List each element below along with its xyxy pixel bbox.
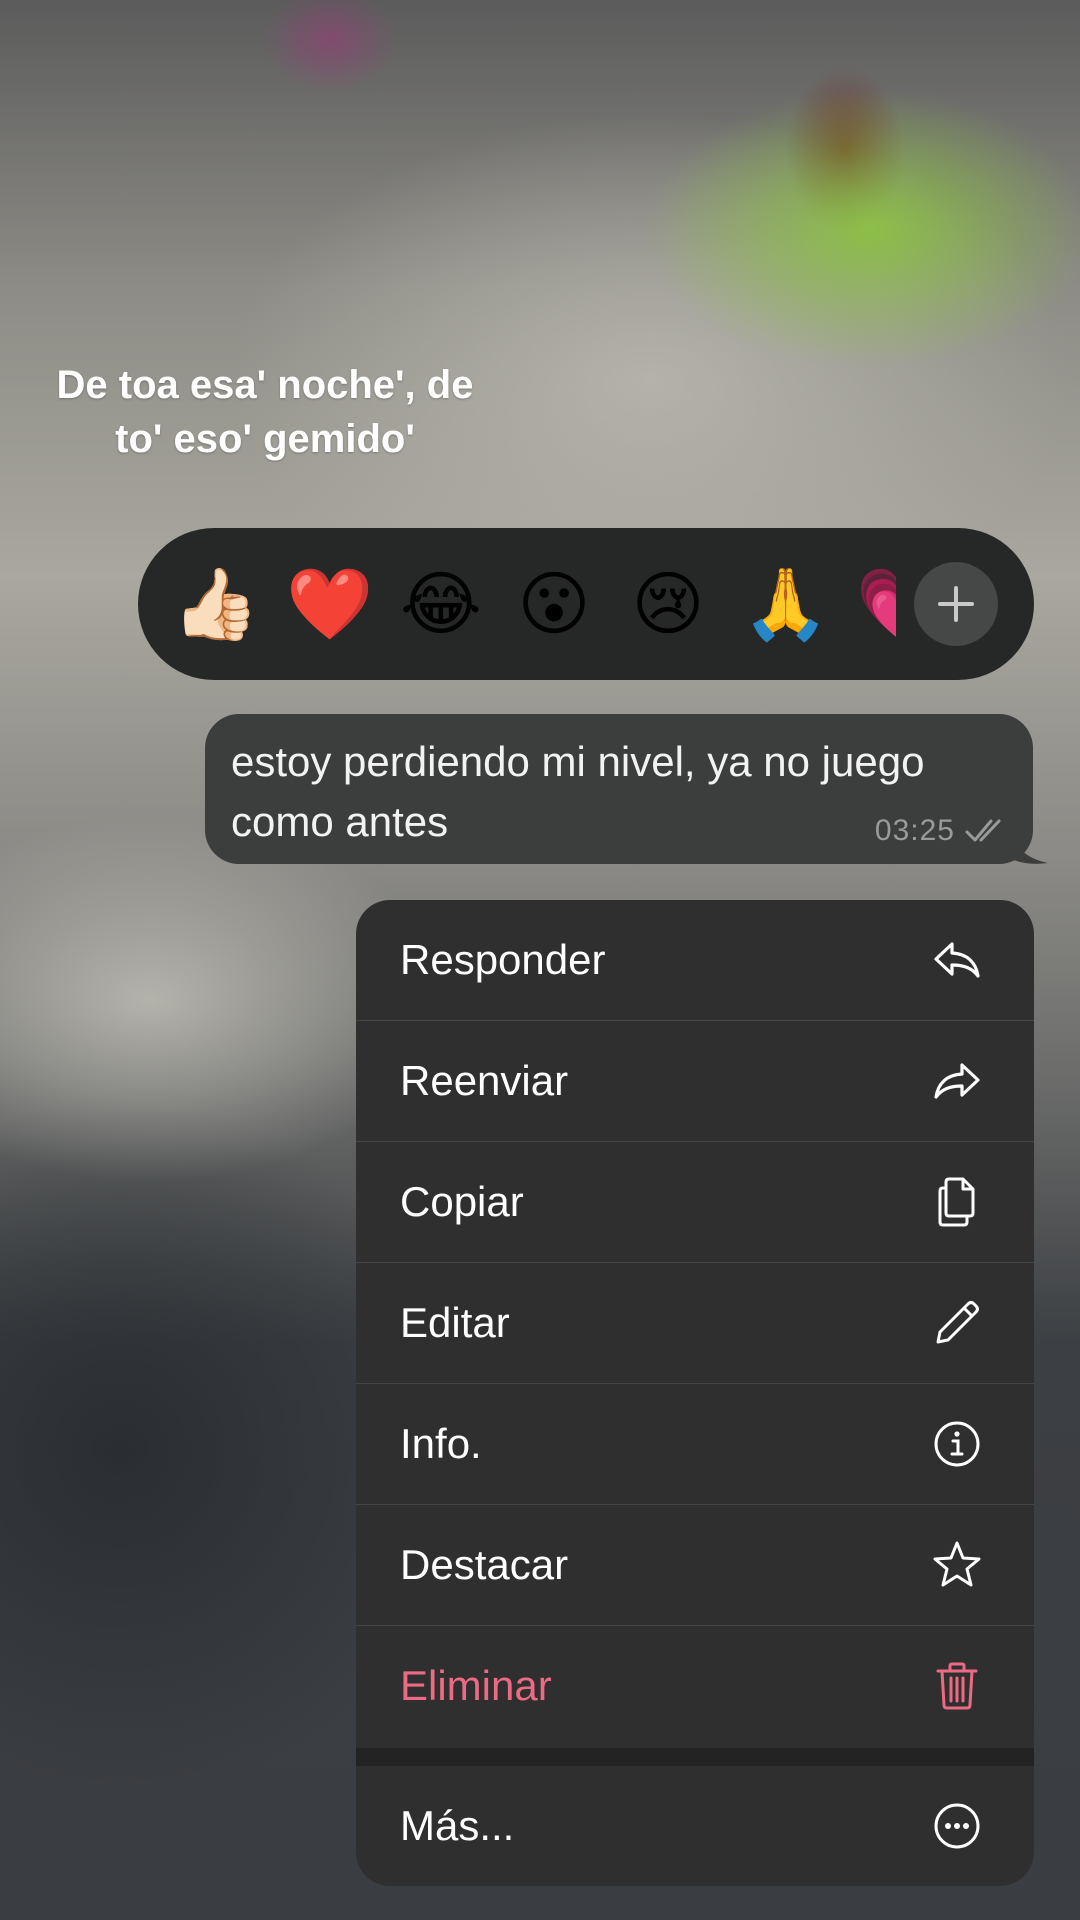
caption-line-2: to' eso' gemido' — [115, 417, 415, 461]
plus-icon — [938, 586, 974, 622]
reply-icon — [934, 942, 980, 978]
star-icon — [933, 1541, 981, 1587]
info-icon — [934, 1421, 980, 1467]
message-bubble[interactable]: estoy perdiendo mi nivel, ya no juego co… — [205, 714, 1033, 864]
reaction-crying[interactable]: 😢 — [628, 564, 708, 644]
reaction-pink-heart[interactable]: 💗 — [856, 564, 896, 644]
more-icon — [934, 1803, 980, 1849]
menu-item-label: Reenviar — [400, 1057, 569, 1104]
reaction-bar: 👍🏻 ❤️ 😂 😮 😢 🙏 💗 — [138, 528, 1034, 680]
reaction-surprised[interactable]: 😮 — [514, 564, 594, 644]
menu-item-label: Destacar — [400, 1541, 569, 1588]
menu-item-reenviar[interactable]: Reenviar — [356, 1021, 1034, 1142]
menu-item-destacar[interactable]: Destacar — [356, 1505, 1034, 1626]
bubble-tail — [1010, 826, 1048, 864]
reaction-praying[interactable]: 🙏 — [742, 564, 829, 644]
forward-icon — [934, 1063, 980, 1099]
reaction-heart[interactable]: ❤️ — [286, 564, 373, 644]
menu-item-label: Más... — [400, 1802, 515, 1849]
menu-item-mas[interactable]: Más... — [356, 1766, 1034, 1886]
menu-item-responder[interactable]: Responder — [356, 900, 1034, 1021]
reaction-thumbs-up[interactable]: 👍🏻 — [172, 564, 259, 644]
menu-item-label: Copiar — [400, 1178, 524, 1225]
menu-item-copiar[interactable]: Copiar — [356, 1142, 1034, 1263]
menu-item-label: Eliminar — [400, 1662, 552, 1709]
more-reactions-button[interactable] — [914, 562, 998, 646]
copy-icon — [938, 1177, 975, 1227]
message-context-menu: Responder Reenviar Copiar Editar Info. D… — [356, 900, 1034, 1886]
menu-item-eliminar[interactable]: Eliminar — [356, 1626, 1034, 1746]
menu-item-editar[interactable]: Editar — [356, 1263, 1034, 1384]
trash-icon — [936, 1662, 978, 1710]
story-caption: De toa esa' noche', de to' eso' gemido' — [10, 358, 520, 466]
message-meta: 03:25 — [875, 814, 1009, 848]
double-check-icon — [965, 819, 1001, 842]
menu-separator — [356, 1748, 1034, 1766]
menu-item-label: Responder — [400, 936, 606, 983]
reaction-laughing[interactable]: 😂 — [400, 564, 482, 644]
menu-item-label: Info. — [400, 1420, 482, 1467]
message-time: 03:25 — [874, 814, 955, 847]
pencil-icon — [936, 1301, 979, 1344]
menu-item-label: Editar — [400, 1299, 510, 1346]
menu-item-info[interactable]: Info. — [356, 1384, 1034, 1505]
caption-line-1: De toa esa' noche', de — [56, 363, 474, 407]
